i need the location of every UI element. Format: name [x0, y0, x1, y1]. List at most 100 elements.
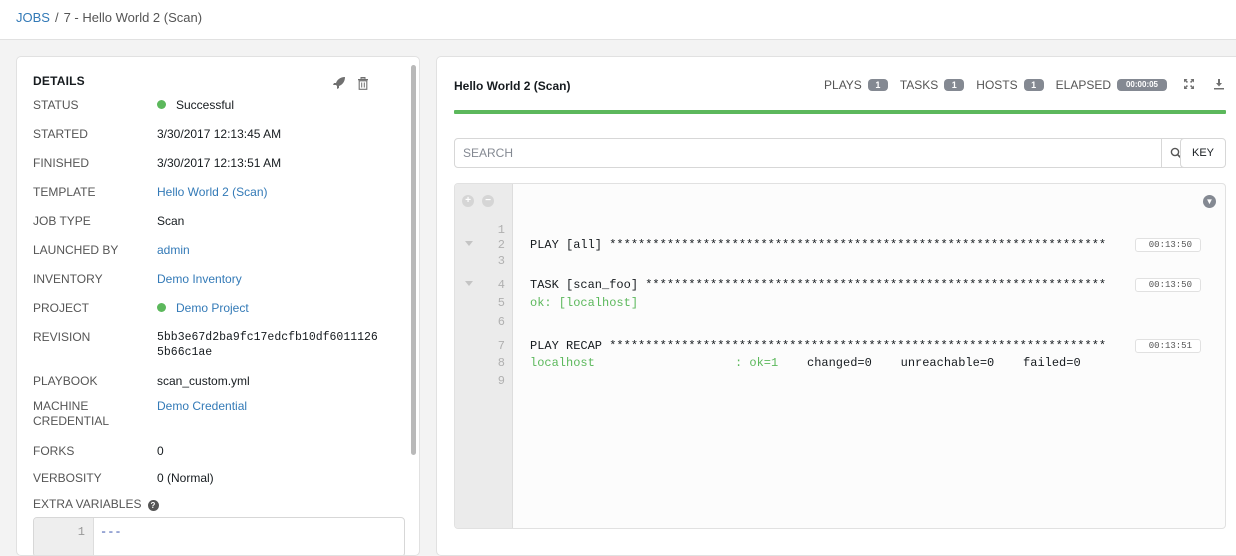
details-title: DETAILS: [33, 74, 85, 88]
playbook-value: scan_custom.yml: [157, 374, 250, 388]
play-header-text: PLAY [all] *****************************…: [530, 238, 1107, 252]
tasks-badge: 1: [944, 79, 965, 91]
stdout-line: 8 localhost : ok=1 changed=0 unreachable…: [455, 356, 1225, 371]
line-number: 1: [497, 223, 505, 237]
relaunch-rocket-icon[interactable]: [331, 75, 347, 91]
expand-icon[interactable]: [1181, 78, 1197, 93]
revision-label: REVISION: [33, 330, 91, 344]
editor-line-number: 1: [77, 525, 85, 539]
recap-ok-text: : ok=1: [735, 356, 779, 370]
expand-all-plus-icon[interactable]: +: [462, 195, 474, 207]
machine-credential-label: MACHINE CREDENTIAL: [33, 399, 143, 429]
task-result-text: ok: [localhost]: [530, 296, 639, 310]
line-number: 4: [497, 278, 505, 292]
line-timestamp: 00:13:51: [1135, 339, 1201, 353]
breadcrumb: JOBS / 7 - Hello World 2 (Scan): [16, 10, 202, 25]
forks-label: FORKS: [33, 444, 75, 458]
inventory-label: INVENTORY: [33, 272, 103, 286]
hosts-label: HOSTS: [976, 78, 1018, 92]
breadcrumb-jobs-link[interactable]: JOBS: [16, 10, 50, 25]
download-icon[interactable]: [1211, 78, 1227, 93]
stdout-line: 2 PLAY [all] ***************************…: [455, 238, 1225, 253]
delete-trash-icon[interactable]: [355, 75, 371, 91]
line-number: 6: [497, 315, 505, 329]
stdout-line: 1: [455, 223, 1225, 238]
search-input[interactable]: [463, 139, 1123, 167]
job-output-panel: Hello World 2 (Scan) PLAYS 1 TASKS 1 HOSTS…: [436, 56, 1236, 556]
plays-badge: 1: [867, 79, 888, 91]
line-number: 2: [497, 238, 505, 252]
search-field: [454, 138, 1162, 168]
collapse-caret-down-icon[interactable]: [465, 241, 473, 246]
started-label: STARTED: [33, 127, 88, 141]
launched-by-link[interactable]: admin: [157, 243, 401, 258]
key-button[interactable]: KEY: [1180, 138, 1226, 168]
machine-credential-link[interactable]: Demo Credential: [157, 399, 401, 414]
line-number: 8: [497, 356, 505, 370]
plays-label: PLAYS: [824, 78, 862, 92]
line-number: 7: [497, 339, 505, 353]
top-bar: JOBS / 7 - Hello World 2 (Scan): [0, 0, 1236, 40]
details-scrollbar[interactable]: [411, 65, 416, 455]
expand-collapse-controls: + −: [462, 195, 494, 207]
status-value: Successful: [157, 98, 401, 113]
play-recap-text: PLAY RECAP *****************************…: [530, 339, 1107, 353]
status-text: Successful: [176, 98, 235, 112]
breadcrumb-current: 7 - Hello World 2 (Scan): [63, 10, 203, 25]
editor-code-line: ---: [100, 525, 122, 539]
stdout-line: 7 PLAY RECAP ***************************…: [455, 339, 1225, 354]
hosts-badge: 1: [1023, 79, 1044, 91]
status-label: STATUS: [33, 98, 79, 112]
tasks-label: TASKS: [899, 78, 939, 92]
machine-credential-label-line-1: MACHINE: [33, 399, 89, 413]
inventory-link[interactable]: Demo Inventory: [157, 272, 401, 287]
finished-value: 3/30/2017 12:13:51 AM: [157, 156, 282, 170]
template-label: TEMPLATE: [33, 185, 96, 199]
recap-host-text: localhost: [530, 356, 595, 370]
stdout-line: 6: [455, 315, 1225, 330]
revision-line-1: 5bb3e67d2ba9fc17edcfb10df6011126: [157, 331, 378, 344]
task-header-text: TASK [scan_foo] ************************…: [530, 278, 1107, 292]
extra-variables-editor[interactable]: 1 ---: [33, 517, 405, 555]
project-status-icon: [157, 303, 166, 312]
launched-by-label: LAUNCHED BY: [33, 243, 119, 257]
project-link[interactable]: Demo Project: [176, 301, 249, 315]
job-title: Hello World 2 (Scan): [454, 79, 571, 93]
extra-variables-label: EXTRA VARIABLES?: [33, 497, 233, 512]
extra-variables-label-text: EXTRA VARIABLES: [33, 497, 142, 511]
forks-value: 0: [157, 444, 164, 458]
collapse-all-minus-icon[interactable]: −: [482, 195, 494, 207]
recap-counts-text: changed=0 unreachable=0 failed=0: [807, 356, 1081, 370]
elapsed-badge: 00:00:05: [1117, 79, 1167, 91]
verbosity-value: 0 (Normal): [157, 471, 214, 485]
scroll-bottom-arrow-down-circle-icon[interactable]: ▼: [1203, 195, 1216, 208]
revision-value: 5bb3e67d2ba9fc17edcfb10df6011126 5b66c1ae: [157, 330, 401, 360]
finished-label: FINISHED: [33, 156, 90, 170]
machine-credential-label-line-2: CREDENTIAL: [33, 414, 110, 428]
job-type-label: JOB TYPE: [33, 214, 91, 228]
job-progress-bar: [454, 110, 1226, 114]
stdout-line: 4 TASK [scan_foo] **********************…: [455, 278, 1225, 293]
job-stats: PLAYS 1 TASKS 1 HOSTS 1 ELAPSED 00:00:05: [812, 77, 1227, 93]
editor-gutter: 1: [34, 518, 94, 555]
job-type-value: Scan: [157, 214, 185, 228]
job-details-panel: DETAILS STATUS Successful STARTED 3/30/2…: [16, 56, 420, 556]
collapse-caret-down-icon[interactable]: [465, 281, 473, 286]
playbook-label: PLAYBOOK: [33, 374, 98, 388]
project-value: Demo Project: [157, 301, 401, 316]
template-link[interactable]: Hello World 2 (Scan): [157, 185, 401, 200]
stdout-line: 3: [455, 254, 1225, 269]
verbosity-label: VERBOSITY: [33, 471, 102, 485]
job-stdout: + − ▼ 1 2 PLAY [all] *******************…: [454, 183, 1226, 529]
breadcrumb-separator: /: [54, 10, 59, 25]
started-value: 3/30/2017 12:13:45 AM: [157, 127, 282, 141]
elapsed-label: ELAPSED: [1055, 78, 1111, 92]
line-number: 3: [497, 254, 505, 268]
line-number: 5: [497, 296, 505, 310]
stdout-line: 9: [455, 374, 1225, 389]
status-success-icon: [157, 100, 166, 109]
stdout-line: 5 ok: [localhost]: [455, 296, 1225, 311]
line-number: 9: [497, 374, 505, 388]
help-icon[interactable]: ?: [147, 500, 159, 511]
line-timestamp: 00:13:50: [1135, 278, 1201, 292]
